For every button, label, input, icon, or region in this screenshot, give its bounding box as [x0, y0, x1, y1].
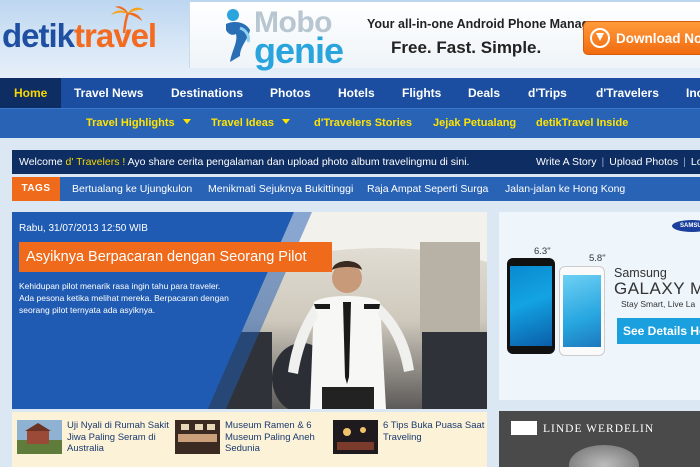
tags-label: TAGS	[12, 177, 60, 201]
sub-navigation: Travel Highlights Travel Ideas d'Travele…	[0, 108, 700, 138]
story-thumbnail	[17, 420, 62, 454]
hero-title[interactable]: Asyiknya Berpacaran dengan Seorang Pilot	[19, 242, 332, 272]
welcome-highlight: d' Travelers !	[65, 156, 126, 168]
nav-photos[interactable]: Photos	[270, 86, 311, 100]
user-links: Write A Story | Upload Photos | Lo	[536, 156, 700, 168]
story-title: Uji Nyali di Rumah Sakit Jiwa Paling Ser…	[67, 420, 169, 454]
welcome-prefix: Welcome	[19, 156, 66, 168]
story-title: Museum Ramen & 6 Museum Paling Aneh Sedu…	[225, 420, 315, 454]
moboegenie-ad-banner[interactable]: Mobo genie Your all-in-one Android Phone…	[189, 2, 700, 71]
download-icon	[590, 28, 610, 48]
palm-tree-icon	[111, 6, 144, 34]
phone-size-small: 5.8"	[589, 253, 606, 264]
ad-slogan-line: Stay Smart, Live La	[621, 299, 696, 309]
see-details-button[interactable]: See Details Here	[617, 318, 700, 344]
download-now-button[interactable]: Download Now	[583, 21, 700, 55]
nav-dtravelers[interactable]: d'Travelers	[596, 86, 659, 100]
linde-werdelin-ad[interactable]: LINDE WERDELIN	[499, 411, 700, 467]
nav-travel-news[interactable]: Travel News	[74, 86, 143, 100]
related-stories: Uji Nyali di Rumah Sakit Jiwa Paling Ser…	[12, 412, 487, 467]
nav-inc[interactable]: Inc	[686, 86, 700, 100]
chevron-down-icon	[182, 119, 191, 124]
tag-link[interactable]: Raja Ampat Seperti Surga	[367, 183, 488, 195]
moboegenie-mascot-icon	[226, 9, 250, 62]
site-header: detiktravel Mobo genie Your all-in-one A…	[0, 0, 700, 78]
upload-photos-link[interactable]: Upload Photos	[609, 156, 678, 168]
ad-slogan: Free. Fast. Simple.	[391, 38, 542, 57]
linde-werdelin-logo-icon	[511, 421, 537, 435]
welcome-text: Ayo share cerita pengalaman dan upload p…	[125, 156, 470, 168]
subnav-label: Travel Ideas	[211, 117, 274, 129]
linde-werdelin-brand: LINDE WERDELIN	[543, 423, 655, 435]
mobo-brand-bottom: genie	[254, 30, 344, 71]
hero-description: Kehidupan pilot menarik rasa ingin tahu …	[19, 281, 229, 315]
ad-brand-line: Samsung	[614, 266, 667, 280]
nav-dtrips[interactable]: d'Trips	[528, 86, 567, 100]
link-separator: |	[683, 156, 686, 168]
nav-home[interactable]: Home	[0, 78, 62, 108]
subnav-dtravelers-stories[interactable]: d'Travelers Stories	[314, 117, 412, 129]
phone-image-small	[559, 266, 605, 356]
logo-part1: detik	[2, 17, 75, 54]
ad-product-line: GALAXY Mega	[614, 279, 700, 298]
samsung-galaxy-ad[interactable]: SAMSUNG 6.3" 5.8" Samsung GALAXY Mega St…	[499, 212, 700, 400]
nav-flights[interactable]: Flights	[402, 86, 441, 100]
chevron-down-icon	[282, 119, 290, 124]
phone-image-large	[507, 258, 555, 354]
ad-tagline: Your all-in-one Android Phone Manager	[367, 17, 602, 31]
subnav-label: Travel Highlights	[86, 117, 175, 129]
nav-deals[interactable]: Deals	[468, 86, 500, 100]
tag-link[interactable]: Bertualang ke Ujungkulon	[72, 183, 192, 195]
subnav-detiktravel-inside[interactable]: detikTravel Inside	[536, 117, 628, 129]
subnav-travel-highlights[interactable]: Travel Highlights	[86, 117, 191, 129]
nav-destinations[interactable]: Destinations	[171, 86, 243, 100]
watch-image	[569, 445, 639, 467]
main-navigation: Home Travel News Destinations Photos Hot…	[0, 78, 700, 108]
download-button-label: Download Now	[616, 30, 700, 46]
link-separator: |	[601, 156, 605, 168]
samsung-logo: SAMSUNG	[672, 220, 700, 232]
login-link[interactable]: Lo	[691, 156, 700, 168]
subnav-jejak-petualang[interactable]: Jejak Petualang	[433, 117, 516, 129]
tag-link[interactable]: Menikmati Sejuknya Bukittinggi	[208, 183, 353, 195]
welcome-message: Welcome d' Travelers ! Ayo share cerita …	[19, 156, 469, 168]
featured-story[interactable]: Rabu, 31/07/2013 12:50 WIB Asyiknya Berp…	[12, 212, 487, 409]
nav-hotels[interactable]: Hotels	[338, 86, 375, 100]
tag-link[interactable]: Jalan-jalan ke Hong Kong	[505, 183, 625, 195]
subnav-travel-ideas[interactable]: Travel Ideas	[211, 117, 290, 129]
welcome-bar: Welcome d' Travelers ! Ayo share cerita …	[12, 150, 700, 174]
hero-date: Rabu, 31/07/2013 12:50 WIB	[19, 223, 148, 234]
write-story-link[interactable]: Write A Story	[536, 156, 597, 168]
story-thumbnail	[333, 420, 378, 454]
story-title: 6 Tips Buka Puasa Saat Traveling	[383, 420, 485, 443]
tags-bar: TAGS Bertualang ke Ujungkulon Menikmati …	[12, 177, 700, 201]
phone-size-large: 6.3"	[534, 246, 551, 257]
story-thumbnail	[175, 420, 220, 454]
